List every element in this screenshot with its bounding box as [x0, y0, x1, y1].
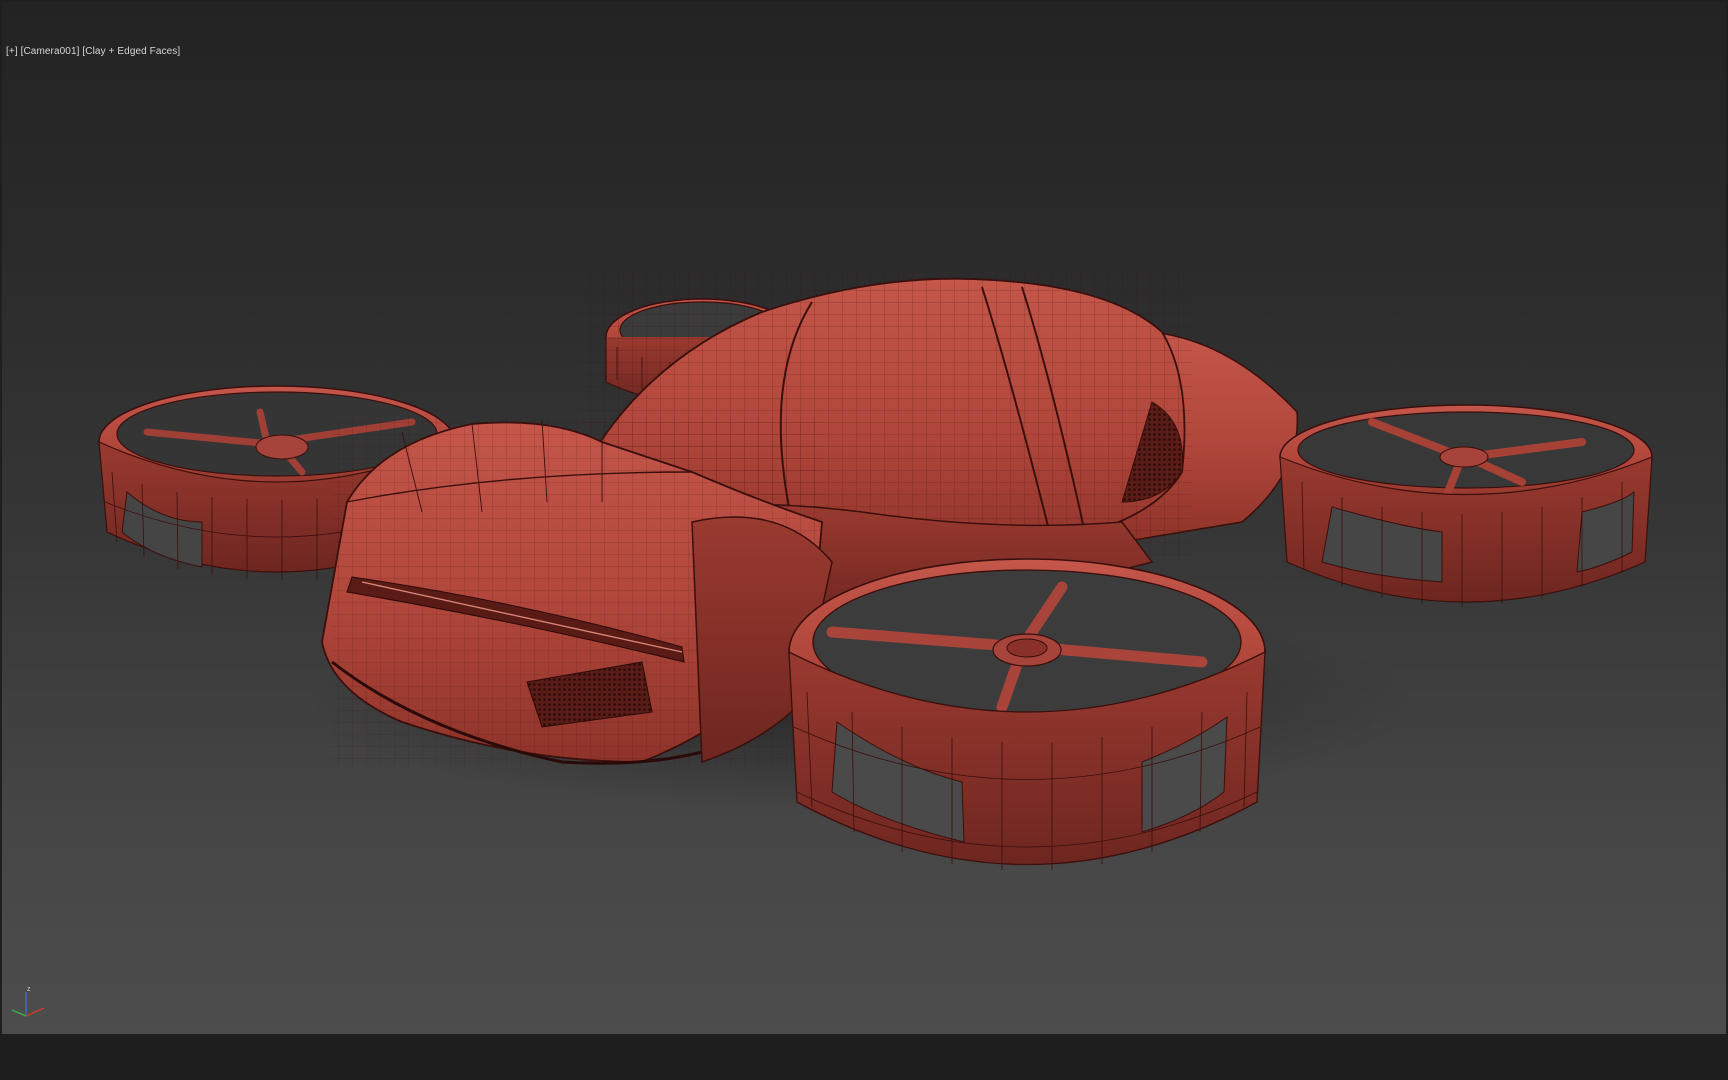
axis-tripod-icon: z [11, 986, 45, 1017]
flying-car-model[interactable] [2, 2, 1726, 1034]
rotor-right[interactable] [1279, 404, 1653, 607]
3d-viewport[interactable]: [+] [Camera001] [Clay + Edged Faces] z [2, 2, 1726, 1034]
axis-z-label: z [27, 986, 31, 993]
rotor-front[interactable] [788, 558, 1266, 870]
viewport-bottom-bar [0, 1034, 1728, 1080]
